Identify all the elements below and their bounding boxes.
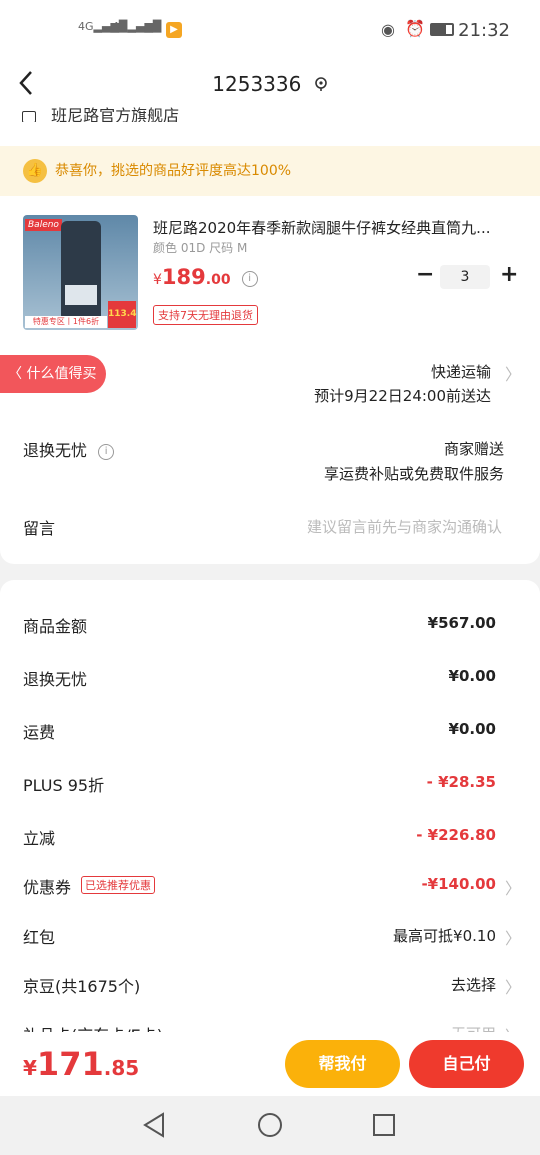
return-service-line2: 享运费补贴或免费取件服务 xyxy=(323,465,504,483)
product-title[interactable]: 班尼路2020年春季新款阔腿牛仔裤女经典直筒九... xyxy=(153,217,518,238)
promo-price: 113.4 xyxy=(108,301,136,328)
summary-row-label: 京豆(共1675个) xyxy=(23,977,141,996)
pill-label: 什么值得买 xyxy=(26,366,97,382)
message-label: 留言 xyxy=(23,519,56,538)
return-service-line1: 商家赠送 xyxy=(443,440,504,458)
smzdm-float-button[interactable]: 〈 什么值得买 xyxy=(0,355,106,393)
delivery-method[interactable]: 快递运输 xyxy=(431,361,491,382)
summary-row-value: ¥0.00 xyxy=(448,720,496,738)
chevron-right-icon: 〉 xyxy=(505,879,522,898)
total-symbol: ¥ xyxy=(23,1056,37,1080)
order-total: ¥171.85 xyxy=(23,1045,139,1083)
pill-chevron-icon: 〈 xyxy=(8,366,22,382)
summary-row-label: 商品金额 xyxy=(23,617,88,636)
address-title: 1253336 xyxy=(212,72,302,96)
price-symbol: ¥ xyxy=(153,272,162,288)
summary-row-value[interactable]: 最高可抵¥0.10 xyxy=(393,925,496,946)
nav-back-icon[interactable] xyxy=(142,1112,166,1138)
summary-row-value: - ¥28.35 xyxy=(426,773,496,791)
summary-row-value: ¥0.00 xyxy=(448,667,496,685)
product-thumbnail[interactable]: Baleno 特惠专区丨1件6折 113.4 xyxy=(23,215,138,330)
return-info-icon[interactable]: i xyxy=(98,444,115,460)
status-bar: 4G▂▄▆█ 4G▂▄▆█ ◠ ▶ ◉ ⏰ 21:32 xyxy=(0,0,540,60)
app-notification-icon: ▶ xyxy=(166,22,182,38)
quantity-field[interactable]: 3 xyxy=(440,265,490,289)
chevron-right-icon: 〉 xyxy=(505,978,522,997)
plus-button[interactable]: + xyxy=(500,262,518,287)
total-int: 171 xyxy=(36,1045,104,1083)
summary-row-label: 优惠券 xyxy=(23,878,72,897)
product-attributes: 颜色 01D 尺码 M xyxy=(153,241,248,255)
price-info-icon[interactable]: i xyxy=(241,271,258,287)
summary-row-label: 立减 xyxy=(23,829,56,848)
price-int: 189 xyxy=(161,265,206,289)
alarm-icon: ⏰ xyxy=(405,19,425,38)
brand-logo: Baleno xyxy=(25,219,62,231)
self-pay-button[interactable]: 自己付 xyxy=(409,1040,524,1088)
minus-button[interactable]: − xyxy=(416,262,434,287)
coupon-badge: 已选推荐优惠 xyxy=(81,876,155,894)
summary-row-value[interactable]: 去选择 xyxy=(451,974,496,995)
rating-notice-text: 恭喜你，挑选的商品好评度高达100% xyxy=(55,163,292,179)
jeans-figure xyxy=(61,221,101,321)
delivery-chevron-icon: 〉 xyxy=(505,365,522,384)
battery-icon xyxy=(430,23,454,36)
summary-row-value: ¥567.00 xyxy=(427,614,496,632)
shop-name-row[interactable]: 班尼路官方旗舰店 xyxy=(22,102,179,122)
shop-name: 班尼路官方旗舰店 xyxy=(51,106,180,122)
return-policy-tag: 支持7天无理由退货 xyxy=(153,305,258,325)
product-price: ¥189.00 i xyxy=(153,265,258,289)
system-nav-bar xyxy=(0,1096,540,1155)
wifi-icon: ◠ xyxy=(143,20,157,39)
price-dec: .00 xyxy=(205,272,231,288)
delivery-eta: 预计9月22日24:00前送达 xyxy=(314,387,491,405)
message-input[interactable]: 建议留言前先与商家沟通确认 xyxy=(307,516,502,537)
summary-row-label: PLUS 95折 xyxy=(23,776,105,795)
help-pay-button[interactable]: 帮我付 xyxy=(285,1040,400,1088)
thumbs-up-icon: 👍 xyxy=(23,159,47,183)
total-dec: .85 xyxy=(103,1056,140,1080)
summary-row-label: 红包 xyxy=(23,928,56,947)
summary-row-value: - ¥226.80 xyxy=(416,826,496,844)
promo-badge: 特惠专区丨1件6折 xyxy=(25,316,107,328)
location-pin-icon xyxy=(314,77,327,91)
jeans-cuff xyxy=(65,285,97,305)
nav-home-icon[interactable] xyxy=(257,1112,283,1138)
page-title: 1253336 xyxy=(0,72,540,96)
return-service-label: 退换无忧 i xyxy=(23,437,115,461)
nav-recents-icon[interactable] xyxy=(372,1113,396,1137)
eye-icon: ◉ xyxy=(381,20,395,39)
summary-row-value[interactable]: -¥140.00 xyxy=(421,875,496,893)
rating-notice-banner: 👍 恭喜你，挑选的商品好评度高达100% xyxy=(0,146,540,196)
shop-icon xyxy=(22,110,36,122)
summary-row-label: 退换无忧 xyxy=(23,670,88,689)
chevron-right-icon: 〉 xyxy=(505,929,522,948)
summary-row-label: 运费 xyxy=(23,723,56,742)
clock: 21:32 xyxy=(458,20,510,41)
